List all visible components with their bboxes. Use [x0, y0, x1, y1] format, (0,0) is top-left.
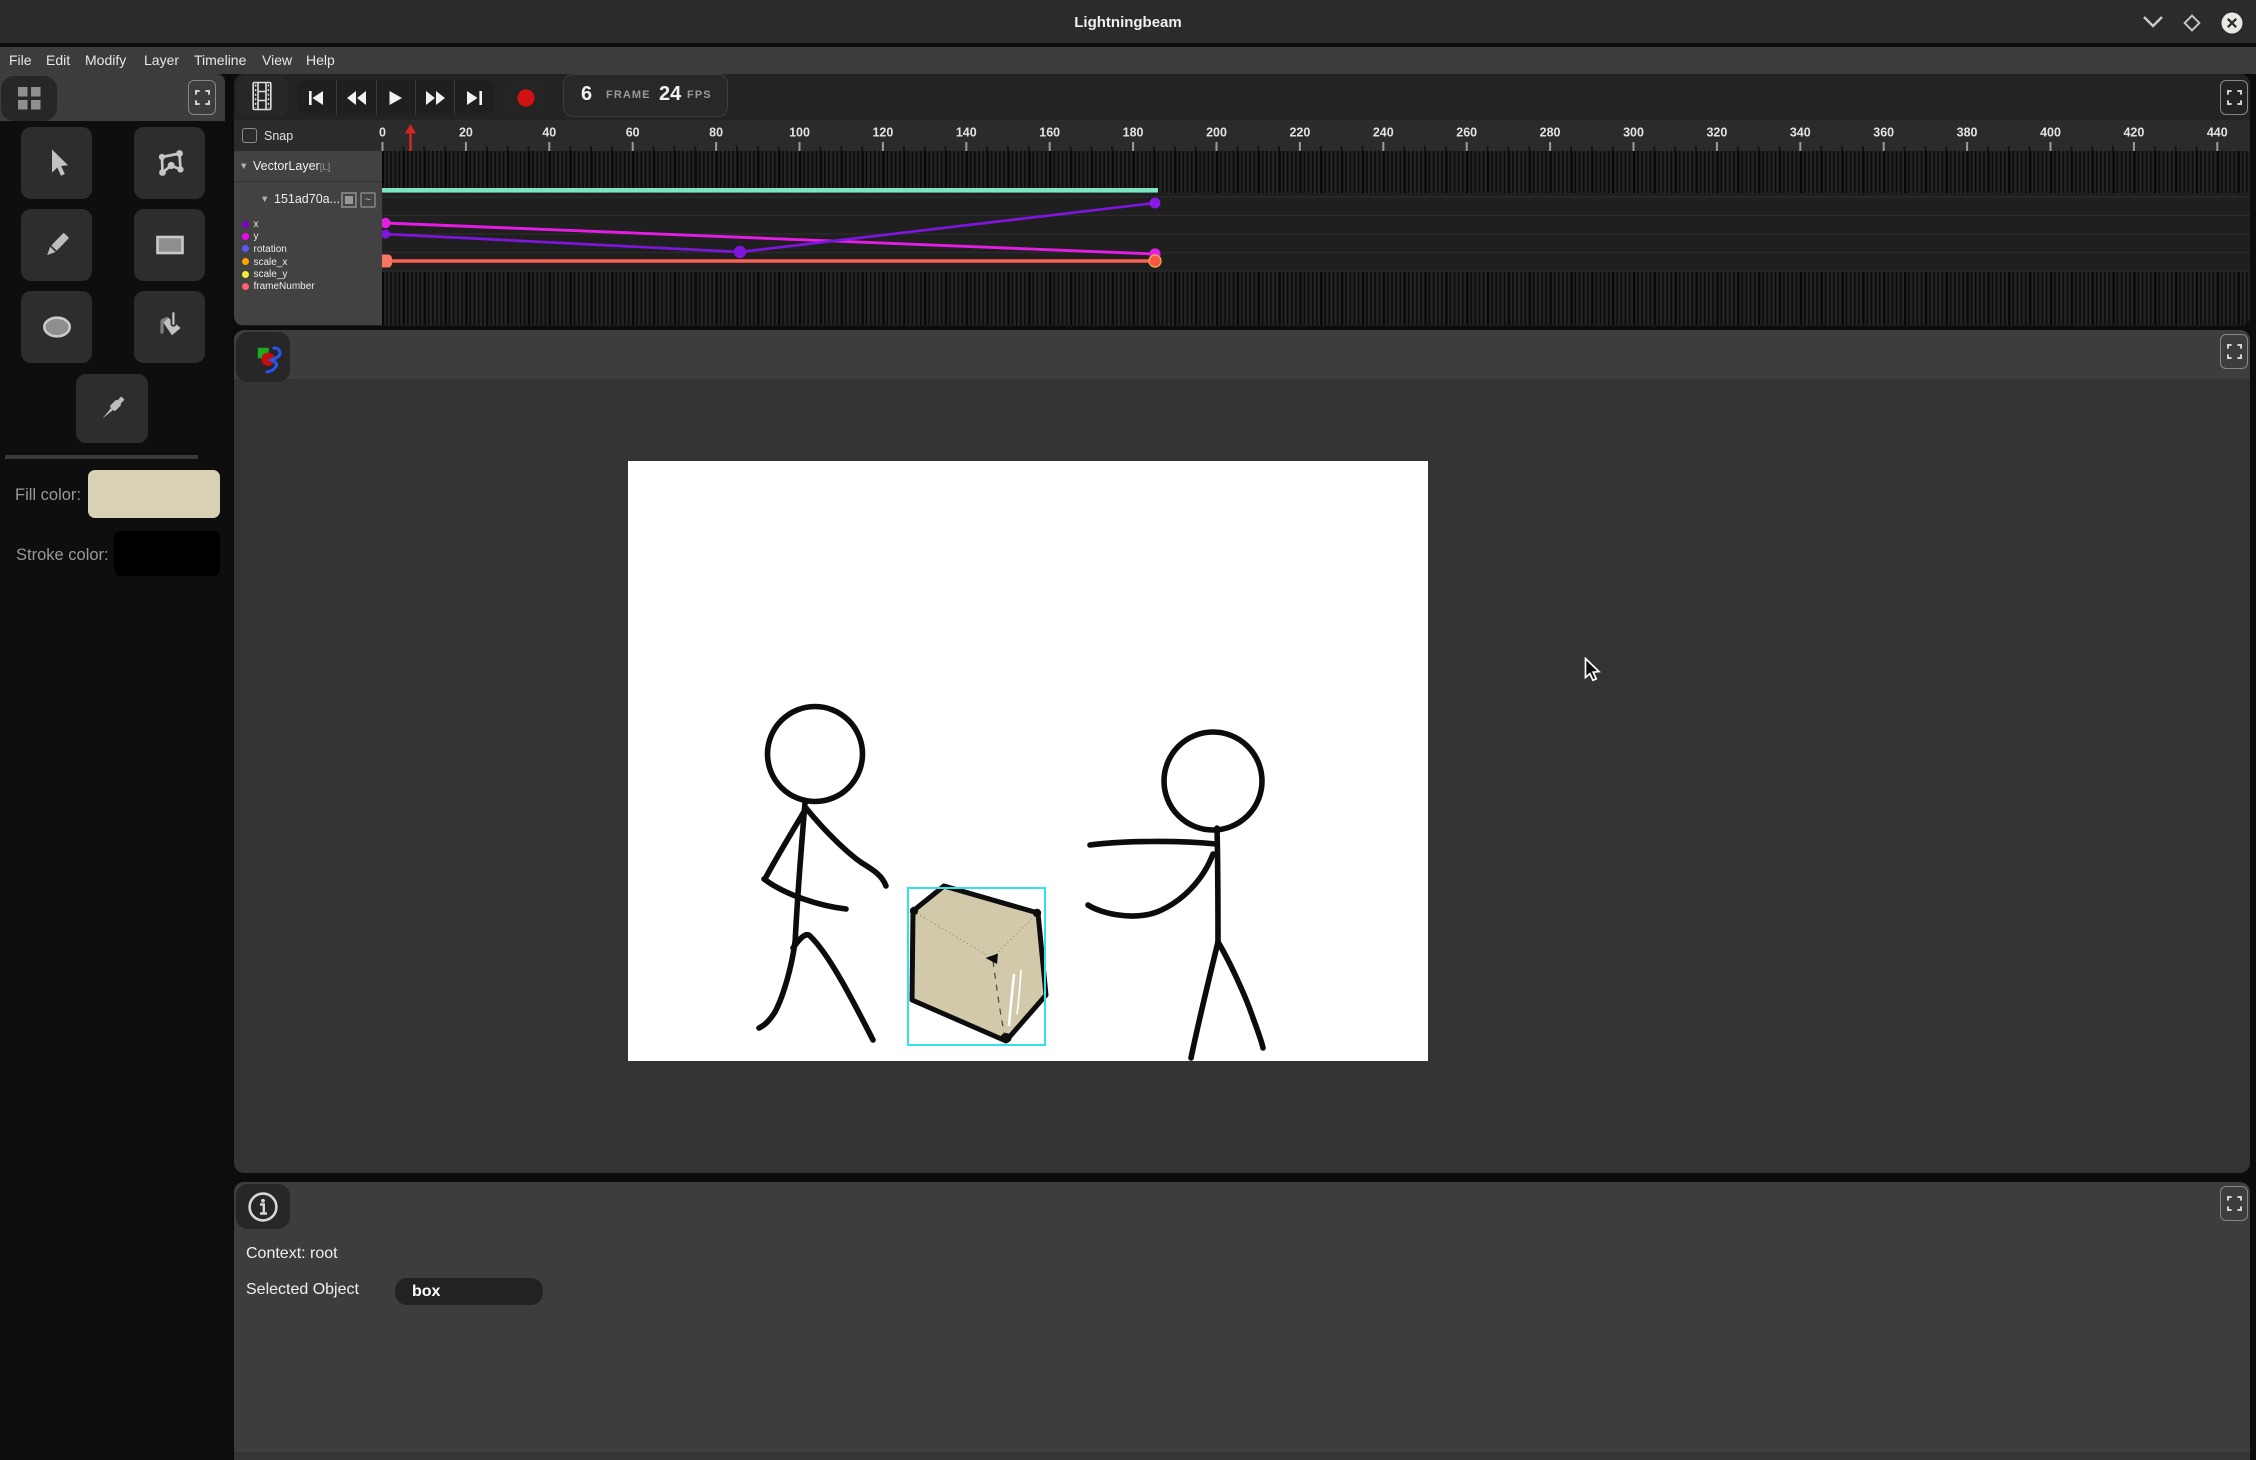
svg-text:260: 260: [1456, 126, 1477, 140]
svg-text:140: 140: [956, 126, 977, 140]
svg-text:40: 40: [542, 126, 556, 140]
svg-text:320: 320: [1706, 126, 1727, 140]
svg-text:380: 380: [1957, 126, 1978, 140]
svg-text:440: 440: [2207, 126, 2228, 140]
svg-text:0: 0: [379, 126, 386, 140]
svg-text:240: 240: [1373, 126, 1394, 140]
svg-text:200: 200: [1206, 126, 1227, 140]
svg-text:160: 160: [1039, 126, 1060, 140]
svg-text:300: 300: [1623, 126, 1644, 140]
svg-text:100: 100: [789, 126, 810, 140]
svg-text:280: 280: [1540, 126, 1561, 140]
svg-text:180: 180: [1123, 126, 1144, 140]
svg-text:80: 80: [709, 126, 723, 140]
svg-text:420: 420: [2123, 126, 2144, 140]
svg-text:20: 20: [459, 126, 473, 140]
svg-text:220: 220: [1289, 126, 1310, 140]
svg-text:340: 340: [1790, 126, 1811, 140]
svg-text:60: 60: [626, 126, 640, 140]
svg-text:120: 120: [872, 126, 893, 140]
svg-text:400: 400: [2040, 126, 2061, 140]
svg-text:360: 360: [1873, 126, 1894, 140]
